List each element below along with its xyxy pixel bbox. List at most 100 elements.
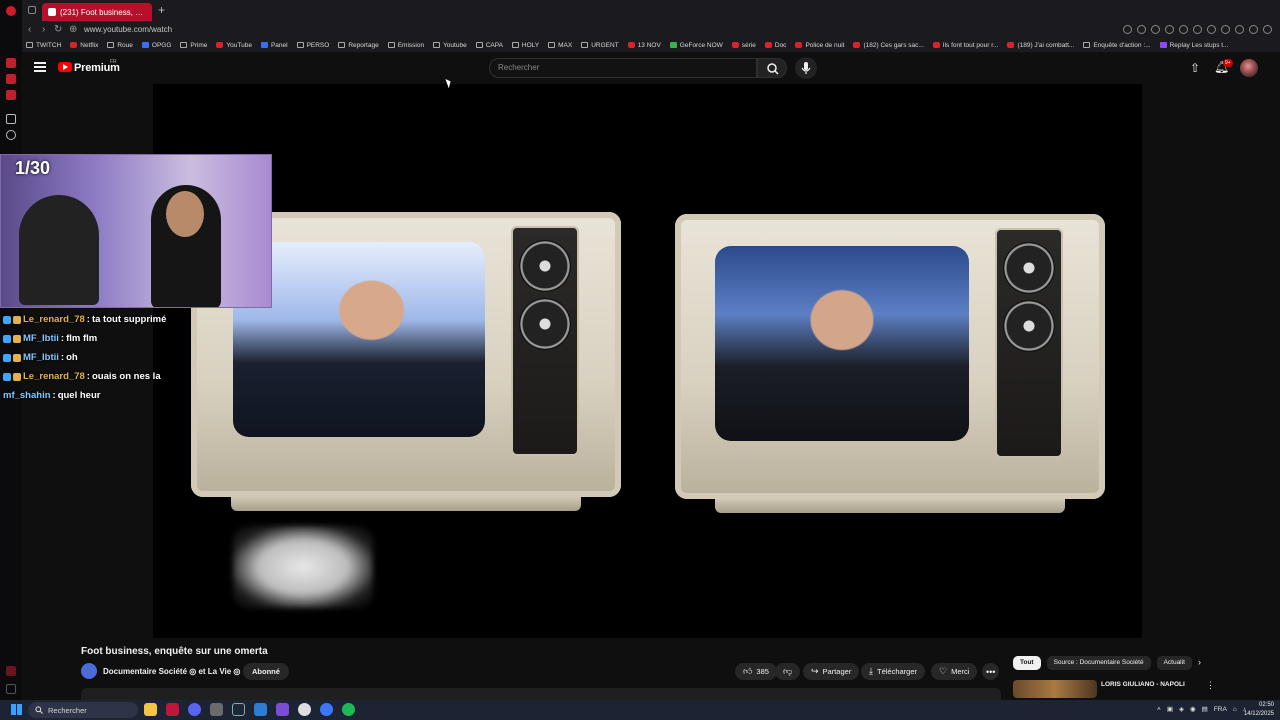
share-button[interactable]: ↪ Partager — [803, 663, 860, 680]
bookmark-item[interactable]: 13 NOV — [627, 42, 661, 49]
bookmark-item[interactable]: Youtube — [433, 42, 467, 49]
dislike-button[interactable]: 👎︎ — [775, 663, 801, 680]
app-icon[interactable] — [298, 703, 311, 716]
settings-icon[interactable] — [6, 130, 16, 140]
new-tab-icon[interactable]: + — [158, 3, 165, 17]
spotify-icon[interactable] — [342, 703, 355, 716]
windows-start-icon[interactable] — [11, 704, 22, 715]
tray-icon[interactable]: ◉ — [1190, 705, 1196, 713]
tab-active[interactable]: (231) Foot business, enq... — [42, 3, 152, 21]
sidebar-app-icon[interactable] — [6, 114, 16, 124]
filter-chip[interactable]: Actualit — [1156, 656, 1192, 670]
file-explorer-icon[interactable] — [144, 703, 157, 716]
chat-username[interactable]: MF_Ibtii — [23, 352, 59, 363]
app-icon[interactable] — [210, 703, 223, 716]
network-icon[interactable]: ⌂ — [1233, 706, 1237, 713]
youtube-logo-icon[interactable] — [58, 62, 72, 72]
filter-chip[interactable]: Tout — [1013, 656, 1041, 670]
download-icon[interactable] — [1249, 25, 1258, 34]
bookmark-item[interactable]: Replay Les stups t... — [1159, 42, 1228, 49]
heart-icon[interactable] — [1179, 25, 1188, 34]
discord-icon[interactable] — [188, 703, 201, 716]
bookmark-item[interactable]: Emission — [387, 42, 424, 49]
sidebar-more-icon[interactable] — [6, 666, 16, 676]
chat-username[interactable]: Le_renard_78 — [23, 371, 85, 382]
like-button[interactable]: 👍︎ 385 — [735, 663, 777, 680]
shield-icon[interactable] — [1151, 25, 1160, 34]
opera-icon[interactable] — [166, 703, 179, 716]
avatar[interactable] — [1240, 59, 1258, 77]
video-player[interactable] — [153, 84, 1142, 638]
bookmark-item[interactable]: Ils font tout pour r... — [932, 42, 998, 49]
download-button[interactable]: ⤓ Télécharger — [861, 663, 926, 680]
search-input[interactable] — [498, 63, 738, 72]
bookmark-item[interactable]: TWITCH — [26, 42, 61, 49]
create-upload-icon[interactable]: ⇧ — [1190, 61, 1200, 75]
reload-icon[interactable]: ↻ — [54, 24, 62, 35]
more-vert-icon[interactable]: ⋮ — [1206, 680, 1215, 691]
secure-lock-icon[interactable]: ⊕ — [69, 24, 77, 35]
play-icon[interactable] — [1165, 25, 1174, 34]
bookmark-item[interactable]: OPGG — [141, 42, 171, 49]
steam-icon[interactable] — [232, 703, 245, 716]
bookmark-item[interactable]: YouTube — [216, 42, 252, 49]
recommended-title[interactable]: LORIS GIULIANO - NAPOLI — [1101, 681, 1185, 688]
chat-username[interactable]: MF_Ibtii — [23, 333, 59, 344]
voice-search-button[interactable] — [795, 57, 817, 79]
bookmark-item[interactable]: Panel — [260, 42, 288, 49]
taskbar-search[interactable]: Rechercher — [28, 702, 138, 718]
description-box[interactable] — [81, 688, 1001, 700]
extension-icon[interactable] — [1193, 25, 1202, 34]
bookmark-item[interactable]: CAPA — [475, 42, 503, 49]
more-actions-button[interactable]: ••• — [982, 663, 1000, 680]
bookmark-item[interactable]: MAX — [548, 42, 572, 49]
subscribed-button[interactable]: Abonné — [243, 663, 289, 680]
app-icon[interactable] — [254, 703, 267, 716]
bookmark-item[interactable]: (189) J'ai combatt... — [1007, 42, 1074, 49]
tray-icon[interactable]: ◈ — [1179, 705, 1184, 713]
bookmark-item[interactable]: Police de nuit — [795, 42, 844, 49]
menu-icon[interactable] — [1263, 25, 1272, 34]
extension-icon[interactable] — [1137, 25, 1146, 34]
bookmark-item[interactable]: Reportage — [338, 42, 379, 49]
tray-icon[interactable]: ▤ — [1202, 705, 1208, 713]
language-indicator[interactable]: FRA — [1214, 706, 1227, 713]
tab-menu-icon[interactable] — [28, 6, 36, 14]
chat-username[interactable]: Le_renard_78 — [23, 314, 85, 325]
bookmark-item[interactable]: GeForce NOW — [669, 42, 723, 49]
bookmark-item[interactable]: série — [731, 42, 756, 49]
thanks-button[interactable]: ♡ Merci — [931, 663, 978, 680]
app-icon[interactable] — [276, 703, 289, 716]
chevron-right-icon[interactable]: › — [1198, 657, 1201, 667]
channel-name[interactable]: Documentaire Société ◎ et La Vie ◎ — [103, 667, 240, 676]
bookmark-item[interactable]: (182) Ces gars sac... — [853, 42, 924, 49]
sidebar-more-icon[interactable] — [6, 684, 16, 694]
chevron-up-icon[interactable]: ˄ — [1157, 706, 1161, 713]
bookmark-item[interactable]: Doc — [764, 42, 786, 49]
recommended-thumbnail[interactable] — [1013, 680, 1097, 698]
url-text[interactable]: www.youtube.com/watch — [84, 25, 172, 34]
bookmark-item[interactable]: Netflix — [70, 42, 98, 49]
bookmark-item[interactable]: Roue — [107, 42, 133, 49]
filter-chip[interactable]: Source : Documentaire Société — [1046, 656, 1151, 670]
bookmark-item[interactable]: Prime — [180, 42, 207, 49]
bookmark-item[interactable]: Enquête d'action :... — [1083, 42, 1151, 49]
extension-icon[interactable] — [1221, 25, 1230, 34]
search-button[interactable] — [757, 58, 787, 78]
menu-icon[interactable] — [34, 62, 46, 72]
bookmark-item[interactable]: HOLY — [511, 42, 539, 49]
extension-icon[interactable] — [1123, 25, 1132, 34]
sidebar-app-icon[interactable] — [6, 74, 16, 84]
extension-icon[interactable] — [1207, 25, 1216, 34]
opera-icon[interactable] — [6, 6, 16, 16]
profile-icon[interactable] — [1235, 25, 1244, 34]
app-icon[interactable] — [320, 703, 333, 716]
clock[interactable]: 02:50 14/12/2025 — [1244, 701, 1274, 718]
sidebar-app-icon[interactable] — [6, 90, 16, 100]
tray-icon[interactable]: ▣ — [1167, 705, 1173, 713]
back-icon[interactable]: ‹ — [28, 24, 31, 35]
bookmark-item[interactable]: URGENT — [581, 42, 619, 49]
sidebar-app-icon[interactable] — [6, 58, 16, 68]
forward-icon[interactable]: › — [42, 24, 45, 35]
chat-username[interactable]: mf_shahin — [3, 390, 51, 401]
